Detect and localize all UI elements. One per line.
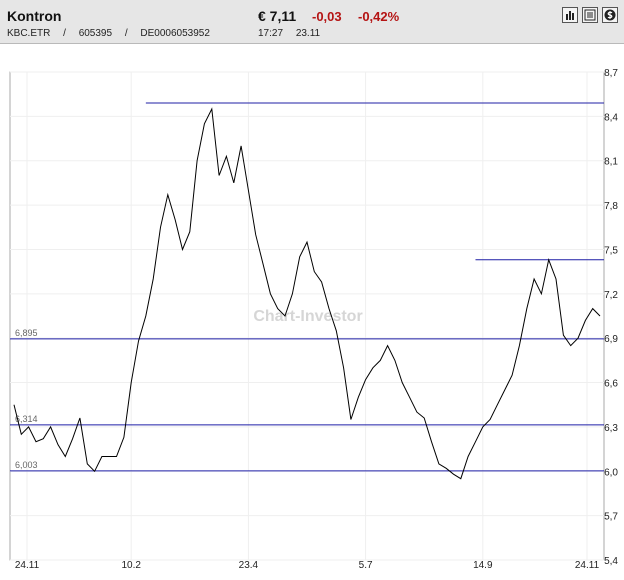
y-tick-label: 6,9 [604, 334, 618, 345]
y-tick-label: 6,0 [604, 467, 618, 478]
y-tick-label: 5,4 [604, 556, 618, 567]
news-icon[interactable] [582, 7, 598, 23]
separator: / [63, 28, 66, 39]
separator: / [124, 28, 128, 39]
dollar-sign-icon[interactable] [602, 7, 618, 23]
x-tick-label: 24.11 [575, 560, 600, 571]
y-axis: 5,4 5,7 6,0 6,3 6,6 6,9 7,2 7,5 7,8 8,1 8,4 8,7 [604, 68, 618, 567]
price-change-percent: -0,42% [358, 9, 400, 24]
x-tick-label: 23.4 [239, 560, 259, 571]
chart-svg: Chart-Investor 6,8956,3146,003 5,45,76,0… [9, 68, 618, 571]
price-chart: Chart-Investor 6,895 6,314 6,003 5,4 5,7 6,0… [0, 44, 624, 575]
quote-header: Kontron KBC.ETR / 605395 / DE0006053952 … [0, 0, 624, 44]
stock-name: Kontron [7, 8, 62, 24]
y-tick-label: 5,7 [604, 512, 618, 523]
y-tick-label: 7,2 [604, 290, 618, 301]
reference-line-label: 6,003 [15, 460, 38, 470]
y-tick-label: 7,8 [604, 201, 618, 212]
y-tick-label: 8,1 [604, 157, 618, 168]
x-tick-label: 24.11 [15, 560, 40, 571]
y-tick-label: 6,6 [604, 379, 618, 390]
y-tick-label: 7,5 [604, 245, 618, 256]
x-axis: 24.11 10.2 23.4 5.7 14.9 24.11 [15, 560, 600, 571]
exchange-code: KBC.ETR [7, 28, 51, 39]
y-tick-label: 6,3 [604, 423, 618, 434]
x-tick-label: 10.2 [121, 560, 141, 571]
y-tick-label: 8,7 [604, 68, 618, 79]
x-tick-label: 5.7 [359, 560, 373, 571]
last-price: € 7,11 [258, 8, 297, 24]
watermark: Chart-Investor [253, 308, 362, 325]
x-tick-label: 14.9 [473, 560, 493, 571]
price-change: -0,03 [312, 9, 342, 24]
quote-date: 23.11 [295, 28, 321, 39]
wkn-code: 605395 [78, 28, 113, 39]
bar-chart-icon[interactable] [562, 7, 578, 23]
y-tick-label: 8,4 [604, 112, 618, 123]
quote-time: 17:27 [258, 28, 284, 39]
quote-timestamp: 17:27 23.11 [258, 28, 330, 39]
isin-code: DE0006053952 [140, 28, 210, 39]
reference-line-label: 6,895 [15, 328, 38, 338]
stock-identifiers: KBC.ETR / 605395 / DE0006053952 [7, 28, 220, 39]
